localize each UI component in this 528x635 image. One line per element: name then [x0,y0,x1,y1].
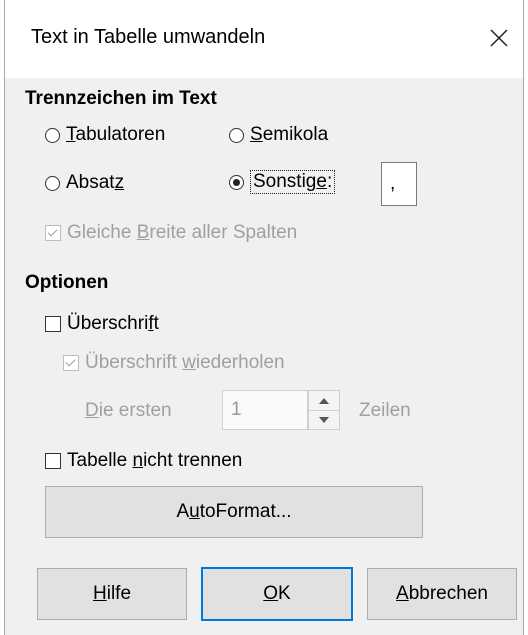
rows-count-input[interactable]: 1 [222,390,308,430]
checkbox-dont-split-box[interactable] [45,453,61,469]
radio-tabs-indicator[interactable] [45,127,60,143]
first-rows-label: Die ersten [85,400,172,421]
checkbox-dont-split-label: Tabelle nicht trennen [67,450,243,471]
checkbox-equal-width-label: Gleiche Breite aller Spalten [67,222,298,243]
text-to-table-dialog: Text in Tabelle umwandeln Trennzeichen i… [4,0,524,635]
radio-paragraph-indicator[interactable] [45,175,60,191]
close-icon[interactable] [483,22,515,54]
radio-semicolons[interactable]: Semikola [229,124,328,146]
radio-semicolons-label: Semikola [250,124,329,145]
radio-other-label: Sonstige: [250,170,336,194]
radio-paragraph-label: Absatz [66,172,125,193]
checkbox-heading-box[interactable] [45,316,61,332]
checkbox-repeat-heading-box[interactable] [63,355,79,371]
checkbox-dont-split[interactable]: Tabelle nicht trennen [45,450,242,472]
spin-down-icon[interactable] [309,410,339,429]
options-heading: Optionen [25,272,109,293]
checkbox-heading[interactable]: Überschrift [45,313,159,335]
radio-semicolons-indicator[interactable] [229,127,244,143]
rows-count-spinner[interactable] [308,390,340,430]
radio-other-indicator[interactable] [229,174,244,190]
autoformat-button[interactable]: AutoFormat... [45,486,423,538]
radio-paragraph[interactable]: Absatz [45,172,124,194]
cancel-button[interactable]: Abbrechen [367,568,517,620]
spin-up-icon[interactable] [309,391,339,411]
radio-tabs[interactable]: Tabulatoren [45,124,165,146]
other-separator-input[interactable]: , [381,162,417,206]
radio-other[interactable]: Sonstige: [229,170,336,194]
rows-unit-label: Zeilen [359,400,411,421]
checkbox-equal-width-box[interactable] [45,225,61,241]
ok-button[interactable]: OK [201,567,353,621]
separators-heading: Trennzeichen im Text [25,88,217,109]
checkbox-heading-label: Überschrift [67,313,159,334]
checkbox-repeat-heading-label: Überschrift wiederholen [85,352,285,373]
radio-tabs-label: Tabulatoren [66,124,166,145]
dialog-title: Text in Tabelle umwandeln [31,26,266,48]
title-bar: Text in Tabelle umwandeln [5,0,523,78]
help-button[interactable]: Hilfe [37,568,187,620]
checkbox-equal-width[interactable]: Gleiche Breite aller Spalten [45,222,297,244]
checkbox-repeat-heading[interactable]: Überschrift wiederholen [63,352,285,374]
